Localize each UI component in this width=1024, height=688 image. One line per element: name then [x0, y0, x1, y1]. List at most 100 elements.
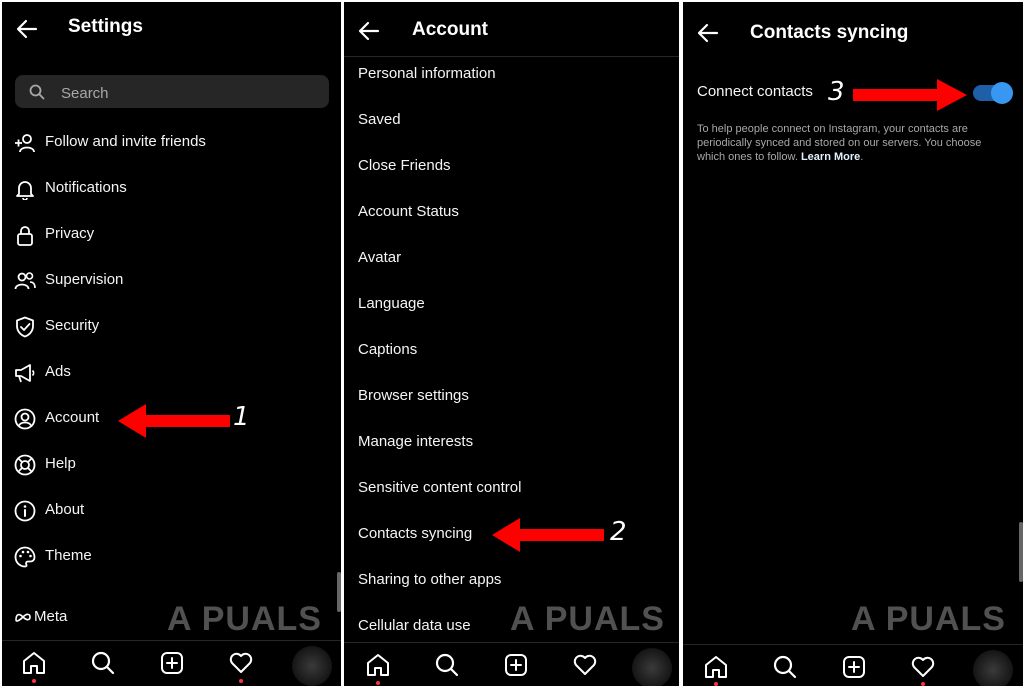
account-panel: Account Personal information Saved Close… — [344, 2, 679, 686]
account-item-avatar[interactable]: Avatar — [344, 239, 679, 279]
user-circle-icon — [14, 408, 36, 430]
period: . — [860, 151, 864, 163]
contacts-syncing-panel: Contacts syncing Connect contacts 3 To h… — [683, 2, 1023, 686]
settings-item-notifications[interactable]: Notifications — [2, 169, 341, 209]
account-item-label: Contacts syncing — [358, 525, 473, 542]
account-item-label: Account Status — [358, 203, 459, 220]
search-icon[interactable] — [772, 654, 798, 680]
settings-item-label: Ads — [45, 363, 71, 380]
home-icon[interactable] — [21, 650, 47, 676]
heart-icon[interactable] — [228, 650, 254, 676]
account-item-sharing-to-other-apps[interactable]: Sharing to other apps — [344, 561, 679, 601]
connect-contacts-label: Connect contacts — [697, 83, 813, 100]
settings-item-label: About — [45, 501, 85, 518]
heart-icon[interactable] — [572, 652, 598, 678]
palette-icon — [14, 546, 36, 568]
settings-item-label: Account — [45, 409, 100, 426]
settings-item-privacy[interactable]: Privacy — [2, 215, 341, 255]
account-header: Account — [344, 2, 679, 54]
account-item-label: Language — [358, 295, 425, 312]
settings-item-label: Privacy — [45, 225, 95, 242]
connect-contacts-toggle[interactable] — [973, 82, 1013, 104]
scrollbar[interactable] — [1019, 522, 1023, 582]
meta-logo-icon — [15, 613, 31, 622]
people-icon — [14, 272, 36, 290]
account-item-label: Personal information — [358, 65, 496, 82]
search-input[interactable] — [59, 82, 313, 104]
notification-dot — [376, 681, 380, 685]
account-item-sensitive-content[interactable]: Sensitive content control — [344, 469, 679, 509]
settings-item-security[interactable]: Security — [2, 307, 341, 347]
shield-icon — [16, 316, 34, 338]
megaphone-icon — [15, 364, 35, 383]
create-icon[interactable] — [841, 654, 867, 680]
settings-item-label: Security — [45, 317, 100, 334]
account-item-label: Sensitive content control — [358, 479, 522, 496]
page-title: Settings — [68, 16, 143, 37]
settings-item-help[interactable]: Help — [2, 445, 341, 485]
profile-avatar[interactable] — [292, 646, 332, 686]
settings-item-theme[interactable]: Theme — [2, 537, 341, 577]
toggle-knob — [991, 82, 1013, 104]
settings-item-follow-invite[interactable]: Follow and invite friends — [2, 123, 341, 163]
search-bar[interactable] — [15, 75, 329, 108]
back-arrow-icon[interactable] — [695, 20, 721, 46]
settings-panel: Settings Follow and invite friends Notif… — [2, 2, 341, 686]
meta-label: Meta — [34, 608, 68, 625]
info-icon — [14, 500, 36, 522]
account-item-label: Saved — [358, 111, 401, 128]
back-arrow-icon[interactable] — [356, 18, 382, 44]
step-number: 2 — [610, 517, 627, 547]
search-icon[interactable] — [90, 650, 116, 676]
lock-icon — [17, 226, 33, 246]
profile-avatar[interactable] — [973, 650, 1013, 686]
back-arrow-icon[interactable] — [14, 16, 40, 42]
account-item-close-friends[interactable]: Close Friends — [344, 147, 679, 187]
create-icon[interactable] — [503, 652, 529, 678]
account-item-label: Browser settings — [358, 387, 469, 404]
create-icon[interactable] — [159, 650, 185, 676]
page-title: Account — [412, 19, 488, 40]
nav-divider — [683, 644, 1023, 645]
home-icon[interactable] — [365, 652, 391, 678]
bell-icon — [16, 181, 34, 200]
account-item-captions[interactable]: Captions — [344, 331, 679, 371]
search-icon[interactable] — [434, 652, 460, 678]
account-item-saved[interactable]: Saved — [344, 101, 679, 141]
notification-dot — [239, 679, 243, 683]
notification-dot — [32, 679, 36, 683]
account-item-label: Sharing to other apps — [358, 571, 502, 588]
red-pointer-arrow — [118, 404, 230, 438]
add-person-icon — [15, 134, 35, 153]
account-item-label: Avatar — [358, 249, 402, 266]
contacts-sync-description: To help people connect on Instagram, you… — [697, 122, 1007, 164]
bottom-nav — [683, 646, 1023, 686]
nav-divider — [344, 642, 679, 643]
home-icon[interactable] — [703, 654, 729, 680]
bottom-nav — [344, 644, 679, 686]
search-icon — [29, 84, 45, 100]
settings-item-ads[interactable]: Ads — [2, 353, 341, 393]
account-item-label: Close Friends — [358, 157, 451, 174]
account-item-personal-information[interactable]: Personal information — [344, 55, 679, 95]
account-item-label: Captions — [358, 341, 418, 358]
notification-dot — [921, 682, 925, 686]
settings-item-supervision[interactable]: Supervision — [2, 261, 341, 301]
heart-icon[interactable] — [910, 654, 936, 680]
account-item-language[interactable]: Language — [344, 285, 679, 325]
step-number: 1 — [233, 402, 250, 432]
settings-item-label: Follow and invite friends — [45, 133, 206, 150]
account-item-account-status[interactable]: Account Status — [344, 193, 679, 233]
learn-more-link[interactable]: Learn More — [801, 151, 860, 163]
settings-item-label: Theme — [45, 547, 92, 564]
settings-item-about[interactable]: About — [2, 491, 341, 531]
lifebuoy-icon — [14, 454, 36, 476]
account-item-manage-interests[interactable]: Manage interests — [344, 423, 679, 463]
watermark: A PUALS — [167, 600, 322, 638]
step-number: 3 — [828, 77, 845, 107]
account-item-browser-settings[interactable]: Browser settings — [344, 377, 679, 417]
settings-item-label: Supervision — [45, 271, 124, 288]
scrollbar[interactable] — [337, 572, 341, 612]
profile-avatar[interactable] — [632, 648, 672, 686]
contacts-syncing-header: Contacts syncing — [683, 2, 1023, 54]
